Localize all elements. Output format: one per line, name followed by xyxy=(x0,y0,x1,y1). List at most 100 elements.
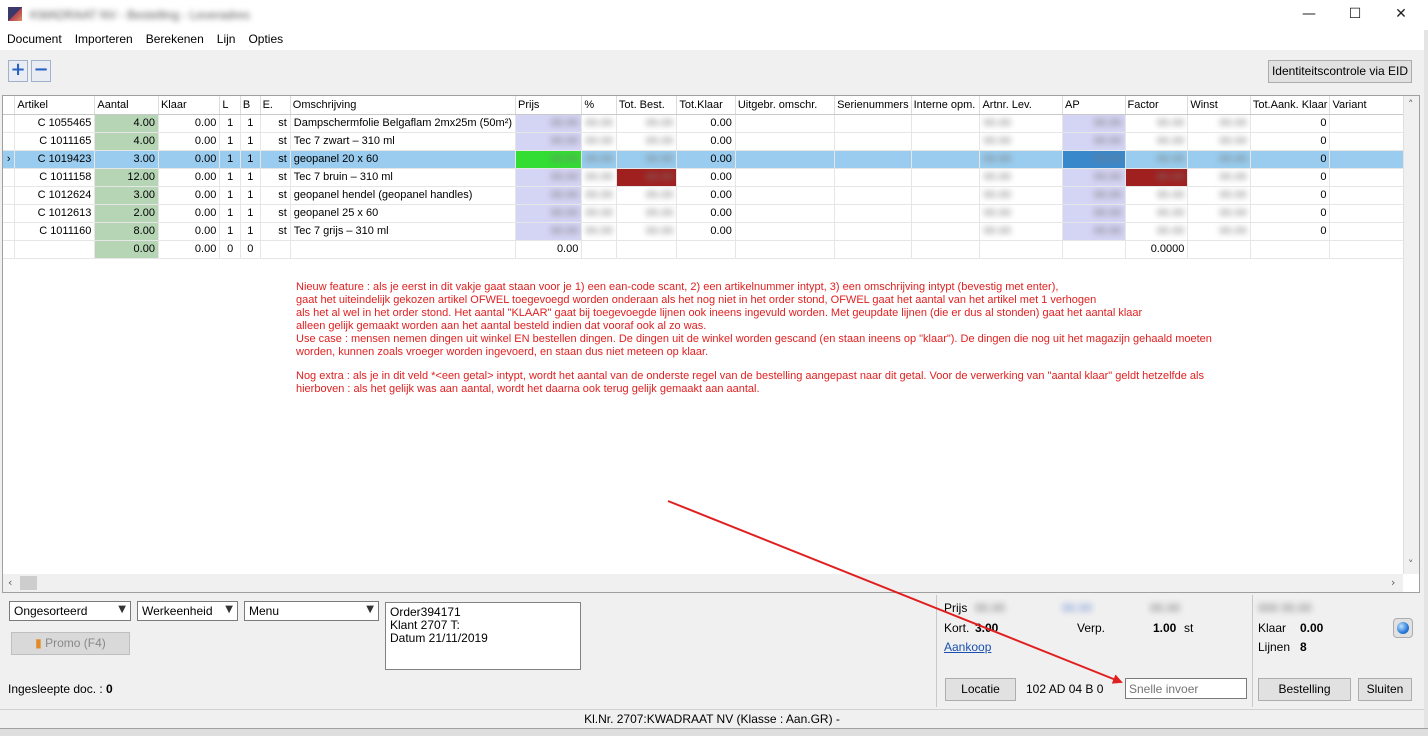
cell-artikel[interactable]: C 1011160 xyxy=(14,222,96,241)
cell-klaar[interactable]: 0.00 xyxy=(158,132,221,151)
cell-serienummers[interactable] xyxy=(834,150,912,169)
cell-tot-best[interactable] xyxy=(616,240,678,259)
cell-artnr-lev[interactable]: 00.00 xyxy=(979,114,1063,133)
cell-tot-aank-klaar[interactable]: 0 xyxy=(1250,168,1331,187)
cell-omschrijving[interactable]: Tec 7 zwart – 310 ml xyxy=(290,132,517,151)
cell-winst[interactable]: 00.00 xyxy=(1187,204,1251,223)
cell-uitgebr-omschr[interactable] xyxy=(735,204,836,223)
cell-tot-best[interactable]: 00.00 xyxy=(616,204,678,223)
cell-ap[interactable]: 00.00 xyxy=(1062,186,1126,205)
cell-klaar[interactable]: 0.00 xyxy=(158,222,221,241)
aankoop-link[interactable]: Aankoop xyxy=(944,640,991,654)
cell-tot-aank-klaar[interactable]: 0 xyxy=(1250,132,1331,151)
cell-omschrijving[interactable]: Tec 7 grijs – 310 ml xyxy=(290,222,517,241)
cell-factor[interactable]: 00.00 xyxy=(1125,168,1189,187)
col-l[interactable]: L xyxy=(219,96,241,115)
cell-e[interactable]: st xyxy=(260,168,291,187)
cell-aantal[interactable]: 2.00 xyxy=(94,204,159,223)
cell-artikel[interactable]: C 1012624 xyxy=(14,186,96,205)
table-row[interactable]: C 1011160 8.00 0.00 1 1st Tec 7 grijs – 310 m… xyxy=(3,222,1419,241)
locatie-button[interactable]: Locatie xyxy=(945,678,1016,701)
grid-vertical-scrollbar[interactable]: ˄ ˅ xyxy=(1403,96,1419,574)
cell-winst[interactable]: 00.00 xyxy=(1187,132,1251,151)
cell-omschrijving[interactable] xyxy=(290,240,517,259)
bestelling-button[interactable]: Bestelling xyxy=(1258,678,1351,701)
cell-b[interactable]: 1 xyxy=(240,114,261,133)
cell-prijs[interactable]: 00.00 xyxy=(515,204,583,223)
col-winst[interactable]: Winst xyxy=(1187,96,1251,115)
cell-factor[interactable]: 00.00 xyxy=(1125,186,1189,205)
cell-omschrijving[interactable]: geopanel 25 x 60 xyxy=(290,204,517,223)
cell-serienummers[interactable] xyxy=(834,222,912,241)
cell-b[interactable]: 0 xyxy=(240,240,261,259)
cell-l[interactable]: 0 xyxy=(219,240,241,259)
cell-artnr-lev[interactable] xyxy=(979,240,1063,259)
cell-interne-opm[interactable] xyxy=(911,204,981,223)
cell-artikel[interactable]: C 1011165 xyxy=(14,132,96,151)
cell-tot-aank-klaar[interactable]: 0 xyxy=(1250,150,1331,169)
cell-artikel[interactable]: C 1019423 xyxy=(14,150,96,169)
cell-uitgebr-omschr[interactable] xyxy=(735,168,836,187)
cell-prijs[interactable]: 00.00 xyxy=(515,132,583,151)
menu-document[interactable]: Document xyxy=(0,30,68,46)
cell-l[interactable]: 1 xyxy=(219,132,241,151)
grid-horizontal-scrollbar[interactable]: ‹ › xyxy=(3,574,1403,592)
remove-line-icon[interactable]: − xyxy=(31,60,51,82)
col-aantal[interactable]: Aantal xyxy=(94,96,159,115)
cell-aantal[interactable]: 4.00 xyxy=(94,114,159,133)
cell-omschrijving[interactable]: Tec 7 bruin – 310 ml xyxy=(290,168,517,187)
table-row[interactable]: C 1011158 12.00 0.00 1 1st Tec 7 bruin – 310 … xyxy=(3,168,1419,187)
col-artnr-lev[interactable]: Artnr. Lev. xyxy=(979,96,1063,115)
menu-berekenen[interactable]: Berekenen xyxy=(139,30,210,46)
cell-b[interactable]: 1 xyxy=(240,132,261,151)
cell-prijs[interactable]: 00.00 xyxy=(515,168,583,187)
row-indicator[interactable] xyxy=(3,204,16,223)
cell-artikel[interactable] xyxy=(14,240,96,259)
cell-interne-opm[interactable] xyxy=(911,186,981,205)
scroll-down-icon[interactable]: ˅ xyxy=(1408,558,1414,571)
cell-interne-opm[interactable] xyxy=(911,240,981,259)
cell-winst[interactable] xyxy=(1187,240,1251,259)
cell-ap[interactable] xyxy=(1062,240,1126,259)
cell-factor[interactable]: 00.00 xyxy=(1125,204,1189,223)
row-indicator[interactable] xyxy=(3,240,16,259)
cell-percent[interactable]: 00.00 xyxy=(581,150,617,169)
col-serienummers[interactable]: Serienummers xyxy=(834,96,912,115)
cell-artikel[interactable]: C 1012613 xyxy=(14,204,96,223)
cell-tot-aank-klaar[interactable]: 0 xyxy=(1250,186,1331,205)
cell-tot-best[interactable]: 00.00 xyxy=(616,168,678,187)
col-tot-best[interactable]: Tot. Best. xyxy=(616,96,678,115)
cell-factor[interactable]: 0.0000 xyxy=(1125,240,1189,259)
cell-klaar[interactable]: 0.00 xyxy=(158,150,221,169)
cell-b[interactable]: 1 xyxy=(240,186,261,205)
cell-interne-opm[interactable] xyxy=(911,222,981,241)
cell-uitgebr-omschr[interactable] xyxy=(735,114,836,133)
scroll-right-icon[interactable]: › xyxy=(1391,576,1395,589)
cell-serienummers[interactable] xyxy=(834,186,912,205)
cell-tot-aank-klaar[interactable]: 0 xyxy=(1250,222,1331,241)
cell-b[interactable]: 1 xyxy=(240,204,261,223)
cell-e[interactable]: st xyxy=(260,150,291,169)
cell-winst[interactable]: 00.00 xyxy=(1187,186,1251,205)
menu-opties[interactable]: Opties xyxy=(241,30,289,46)
cell-uitgebr-omschr[interactable] xyxy=(735,240,836,259)
cell-artnr-lev[interactable]: 00.00 xyxy=(979,132,1063,151)
add-line-icon[interactable]: + xyxy=(8,60,28,82)
cell-tot-aank-klaar[interactable]: 0 xyxy=(1250,114,1331,133)
table-row-empty[interactable]: 0.00 0.00 0 0 0.00 0.0000 xyxy=(3,240,1419,259)
cell-ap[interactable]: 00.00 xyxy=(1062,168,1126,187)
cell-artnr-lev[interactable]: 00.00 xyxy=(979,150,1063,169)
unit-select[interactable]: Werkeenheid ▼ xyxy=(137,601,238,621)
cell-e[interactable]: st xyxy=(260,114,291,133)
table-row[interactable]: C 1011165 4.00 0.00 1 1st Tec 7 zwart – 310 m… xyxy=(3,132,1419,151)
cell-klaar[interactable]: 0.00 xyxy=(158,114,221,133)
cell-artnr-lev[interactable]: 00.00 xyxy=(979,204,1063,223)
minimize-button[interactable]: — xyxy=(1286,0,1332,30)
cell-l[interactable]: 1 xyxy=(219,222,241,241)
cell-percent[interactable]: 00.00 xyxy=(581,168,617,187)
cell-ap[interactable]: 00.00 xyxy=(1062,222,1126,241)
table-row[interactable]: › C 1019423 3.00 0.00 1 1st geopanel 20 x 60 00… xyxy=(3,150,1419,169)
cell-ap[interactable]: 00.00 xyxy=(1062,132,1126,151)
cell-uitgebr-omschr[interactable] xyxy=(735,222,836,241)
cell-percent[interactable]: 00.00 xyxy=(581,186,617,205)
